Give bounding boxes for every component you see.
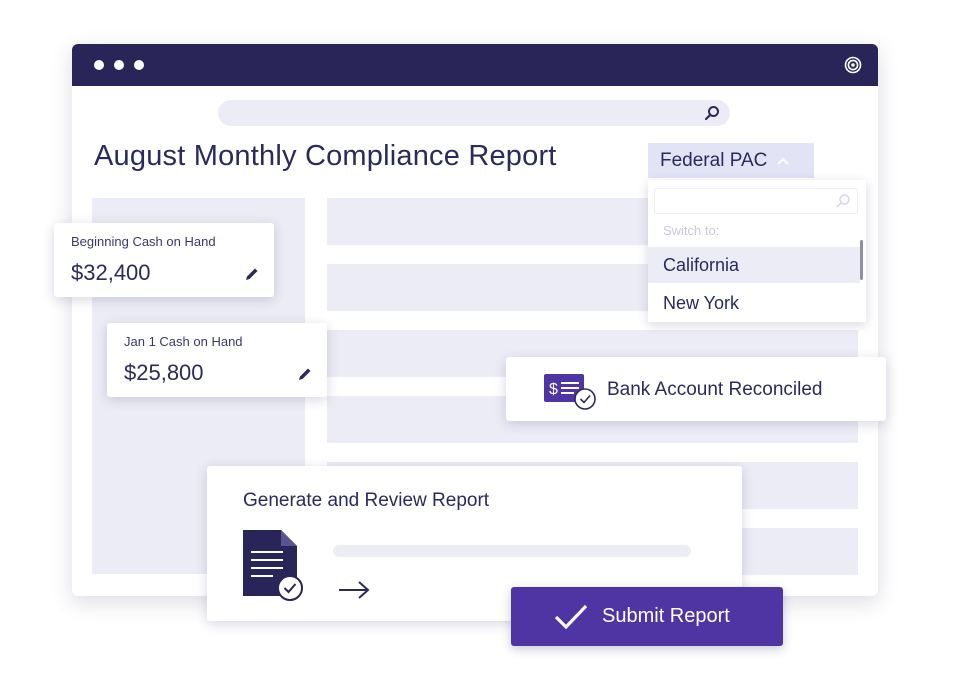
pencil-icon[interactable] [244, 266, 260, 282]
document-check-icon [243, 530, 303, 601]
window-dot-1[interactable] [94, 60, 104, 70]
bank-reconciled-label: Bank Account Reconciled [607, 379, 823, 400]
checkmark-icon [554, 604, 588, 629]
dropdown-option-new-york[interactable]: New York [648, 285, 860, 321]
page-title: August Monthly Compliance Report [94, 140, 557, 172]
generate-report-title: Generate and Review Report [243, 490, 490, 511]
bank-reconciled-card: $ Bank Account Reconciled [506, 357, 886, 421]
beginning-cash-value: $32,400 [71, 260, 151, 285]
submit-report-button[interactable]: Submit Report [511, 587, 783, 646]
jan1-cash-card: Jan 1 Cash on Hand $25,800 [107, 323, 327, 397]
search-input[interactable] [218, 100, 730, 126]
beginning-cash-label: Beginning Cash on Hand [71, 234, 216, 249]
title-bar [72, 44, 878, 86]
dropdown-option-california[interactable]: California [648, 247, 860, 283]
account-selector[interactable]: Federal PAC [648, 143, 814, 178]
window-dot-2[interactable] [114, 60, 124, 70]
svg-text:$: $ [549, 381, 558, 398]
beginning-cash-card: Beginning Cash on Hand $32,400 [54, 223, 274, 297]
bank-check-icon: $ [544, 374, 596, 410]
arrow-right-icon [339, 581, 370, 599]
dropdown-scrollbar[interactable] [860, 240, 863, 280]
jan1-cash-label: Jan 1 Cash on Hand [124, 334, 243, 349]
search-icon [836, 194, 850, 208]
dropdown-hint: Switch to: [663, 223, 720, 238]
report-progress-bar [333, 545, 691, 557]
account-selector-label: Federal PAC [660, 149, 768, 171]
pencil-icon[interactable] [297, 366, 313, 382]
search-icon[interactable] [704, 105, 720, 121]
account-dropdown: Switch to: California New York [648, 180, 866, 322]
window-dot-3[interactable] [134, 60, 144, 70]
chevron-up-icon [777, 157, 789, 165]
dropdown-search-input[interactable] [654, 188, 858, 214]
jan1-cash-value: $25,800 [124, 360, 204, 385]
swirl-logo-icon [844, 56, 862, 74]
submit-report-label: Submit Report [602, 605, 730, 627]
